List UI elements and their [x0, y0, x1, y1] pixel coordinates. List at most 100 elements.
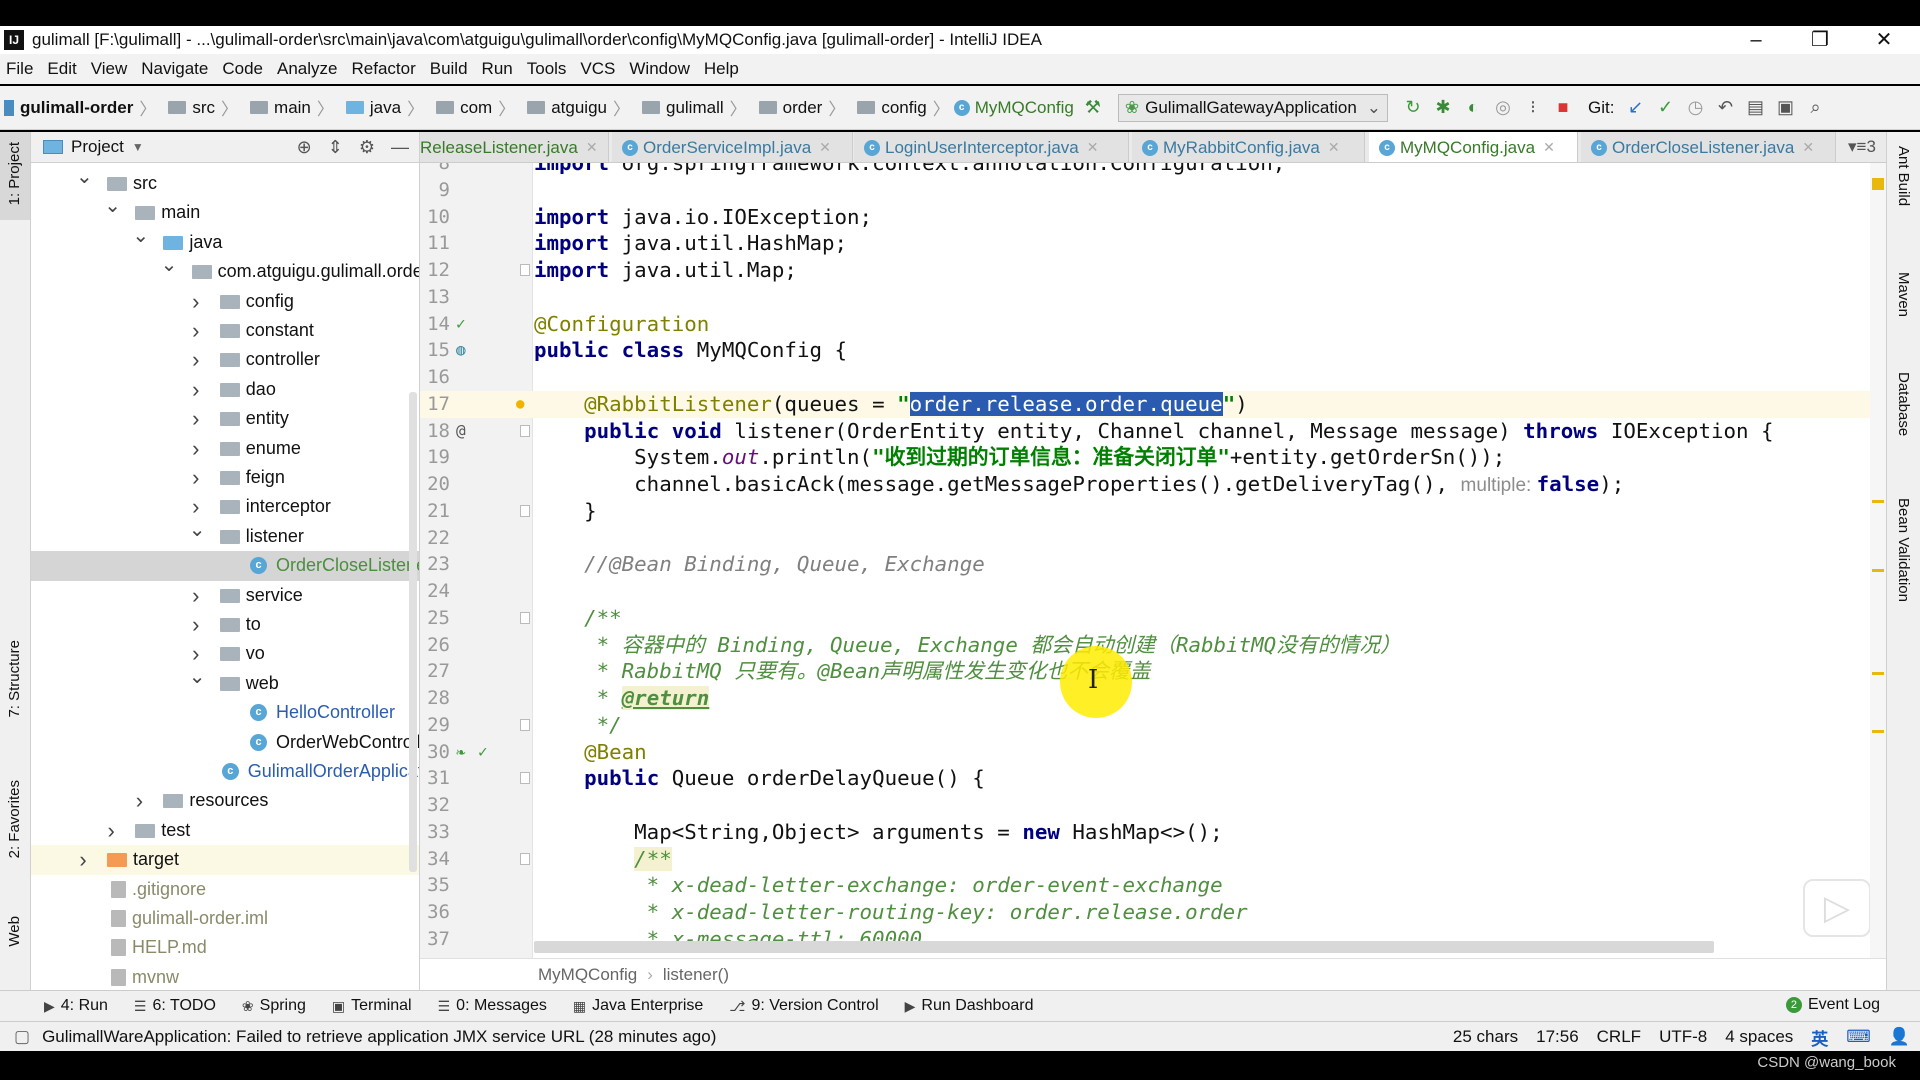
menu-tools[interactable]: Tools [527, 59, 567, 79]
menu-refactor[interactable]: Refactor [351, 59, 415, 79]
rerun-icon[interactable]: ↻ [1398, 97, 1428, 118]
tool-window-project[interactable]: 1: Project [6, 142, 23, 205]
close-tab-icon[interactable]: ✕ [819, 139, 831, 156]
tree-item-ordercloselistener[interactable]: c OrderCloseListener [31, 551, 419, 581]
code-line[interactable]: 16 [420, 364, 1870, 391]
close-tab-icon[interactable]: ✕ [1543, 139, 1555, 156]
tool-window-favorites[interactable]: 2: Favorites [6, 780, 23, 858]
stop-icon[interactable]: ■ [1548, 97, 1578, 118]
spring-bean-icon[interactable]: ✓ [478, 739, 488, 766]
code-line[interactable]: 24 [420, 578, 1870, 605]
code-line[interactable]: 33 Map<String,Object> arguments = new Ha… [420, 819, 1870, 846]
tree-item-com-atguigu-gulimall-order[interactable]: ⌄ com.atguigu.gulimall.order [31, 254, 419, 286]
bottom-tab-run-dashboard[interactable]: ▶ Run Dashboard [905, 997, 1034, 1015]
project-scrollbar[interactable] [409, 392, 417, 872]
tree-item-main[interactable]: ⌄ main [31, 195, 419, 227]
horizontal-scrollbar[interactable] [534, 941, 1714, 953]
error-stripe[interactable] [1870, 163, 1886, 958]
tree-item-gulimall-order-iml[interactable]: gulimall-order.iml [31, 904, 419, 933]
gear-icon[interactable]: ⚙ [359, 137, 375, 158]
menu-window[interactable]: Window [629, 59, 689, 79]
chevron-right-icon[interactable]: › [189, 581, 203, 610]
code-line[interactable]: 14 ✓ @Configuration [420, 311, 1870, 338]
git-commit-check-icon[interactable]: ✓ [1650, 97, 1680, 118]
tool-window-database[interactable]: Database [1895, 372, 1912, 436]
nav-crumb[interactable]: gulimall-order 〉 [4, 95, 156, 120]
code-line[interactable]: 19 System.out.println("收到过期的订单信息：准备关闭订单"… [420, 444, 1870, 471]
menu-build[interactable]: Build [430, 59, 468, 79]
ime-language-indicator[interactable]: 英 [1811, 1025, 1828, 1050]
nav-crumb[interactable]: atguigu 〉 [519, 95, 630, 120]
tree-item-service[interactable]: › service [31, 581, 419, 610]
chevron-right-icon[interactable]: › [189, 434, 203, 463]
profile-icon[interactable]: ◎ [1488, 97, 1518, 118]
tree-item-src[interactable]: ⌄ src [31, 166, 419, 198]
chevron-right-icon[interactable]: › [76, 845, 90, 874]
code-line[interactable]: 26 * 容器中的 Binding, Queue, Exchange 都会自动创… [420, 632, 1870, 659]
menu-navigate[interactable]: Navigate [141, 59, 208, 79]
code-line[interactable]: 21 } [420, 498, 1870, 525]
run-coverage-icon[interactable]: ◐ [1458, 97, 1488, 118]
code-line[interactable]: 22 [420, 525, 1870, 552]
code-line[interactable]: 28 * @return [420, 685, 1870, 712]
chevron-right-icon[interactable]: › [189, 375, 203, 404]
spring-config-icon[interactable]: ◍ [456, 337, 466, 364]
close-tab-icon[interactable]: ✕ [1802, 139, 1814, 156]
chevron-down-icon[interactable]: ⌄ [189, 516, 206, 545]
fold-marker-icon[interactable] [520, 264, 530, 276]
nav-crumb[interactable]: config 〉 [849, 95, 950, 120]
bottom-tab-java-enterprise[interactable]: ▦ Java Enterprise [573, 997, 703, 1015]
spring-bean-icon[interactable]: ❧ [456, 739, 466, 766]
bottom-tab-messages[interactable]: ☰ 0: Messages [438, 997, 547, 1015]
menu-vcs[interactable]: VCS [580, 59, 615, 79]
chevron-down-icon[interactable]: ⌄ [161, 251, 178, 280]
chevron-right-icon[interactable]: › [189, 345, 203, 374]
chevron-right-icon[interactable]: › [189, 316, 203, 345]
tree-item-hellocontroller[interactable]: c HelloController [31, 698, 419, 727]
menu-file[interactable]: File [6, 59, 33, 79]
code-line[interactable]: 23 //@Bean Binding, Queue, Exchange [420, 551, 1870, 578]
code-line[interactable]: 18 @ public void listener(OrderEntity ent… [420, 418, 1870, 445]
tree-item-target[interactable]: › target [31, 845, 419, 875]
spring-bean-icon[interactable]: ✓ [456, 311, 466, 338]
code-line[interactable]: 35 * x-dead-letter-exchange: order-event… [420, 872, 1870, 899]
tree-item-controller[interactable]: › controller [31, 345, 419, 374]
chevron-down-icon[interactable]: ⌄ [104, 192, 121, 221]
tool-window-ant-build[interactable]: Ant Build [1895, 146, 1912, 206]
warning-marker[interactable] [1872, 569, 1884, 572]
nav-crumb[interactable]: java 〉 [338, 95, 424, 120]
tree-item-gitignore[interactable]: .gitignore [31, 875, 419, 904]
code-line[interactable]: 17 ● @RabbitListener(queues = "order.rele… [420, 390, 1870, 418]
tab-mymqconfig[interactable]: c MyMQConfig.java ✕ [1369, 132, 1578, 162]
breadcrumb-method[interactable]: listener() [663, 965, 729, 985]
code-line[interactable]: 15 ◍ public class MyMQConfig { [420, 337, 1870, 364]
file-encoding[interactable]: UTF-8 [1659, 1027, 1707, 1047]
inspection-status-icon[interactable] [1872, 178, 1884, 190]
warning-marker[interactable] [1872, 500, 1884, 503]
fold-marker-icon[interactable] [520, 424, 530, 437]
git-history-icon[interactable]: ◷ [1680, 97, 1710, 118]
tree-item-mvnw[interactable]: mvnw [31, 963, 419, 990]
close-button[interactable]: ✕ [1854, 26, 1914, 54]
project-view-selector[interactable]: Project [71, 137, 124, 157]
tree-item-to[interactable]: › to [31, 610, 419, 639]
code-line[interactable]: 20 channel.basicAck(message.getMessagePr… [420, 471, 1870, 498]
attach-icon[interactable]: ⁝ [1518, 97, 1548, 118]
bottom-tab-todo[interactable]: ☰ 6: TODO [134, 997, 216, 1015]
run-config-dropdown[interactable]: ❀ GulimallGatewayApplication ⌄ [1117, 93, 1389, 122]
code-editor[interactable]: 8 import org.springframework.context.anno… [420, 163, 1886, 958]
chevron-right-icon[interactable]: › [132, 786, 146, 815]
code-line[interactable]: 32 [420, 792, 1870, 819]
fold-marker-icon[interactable] [520, 852, 530, 865]
bottom-tab-terminal[interactable]: ▣ Terminal [332, 997, 412, 1015]
menu-help[interactable]: Help [704, 59, 739, 79]
tree-item-feign[interactable]: › feign [31, 463, 419, 492]
tree-item-config[interactable]: › config [31, 287, 419, 316]
event-log-button[interactable]: 2 Event Log [1785, 996, 1880, 1014]
locate-crosshair-icon[interactable]: ⊕ [297, 137, 312, 158]
tree-item-gulimallorderapplication[interactable]: c GulimallOrderApplication [31, 757, 419, 786]
tree-item-entity[interactable]: › entity [31, 404, 419, 433]
nav-crumb[interactable]: order 〉 [751, 95, 845, 120]
tool-window-structure[interactable]: 7: Structure [6, 640, 23, 718]
warning-marker[interactable] [1872, 730, 1884, 733]
